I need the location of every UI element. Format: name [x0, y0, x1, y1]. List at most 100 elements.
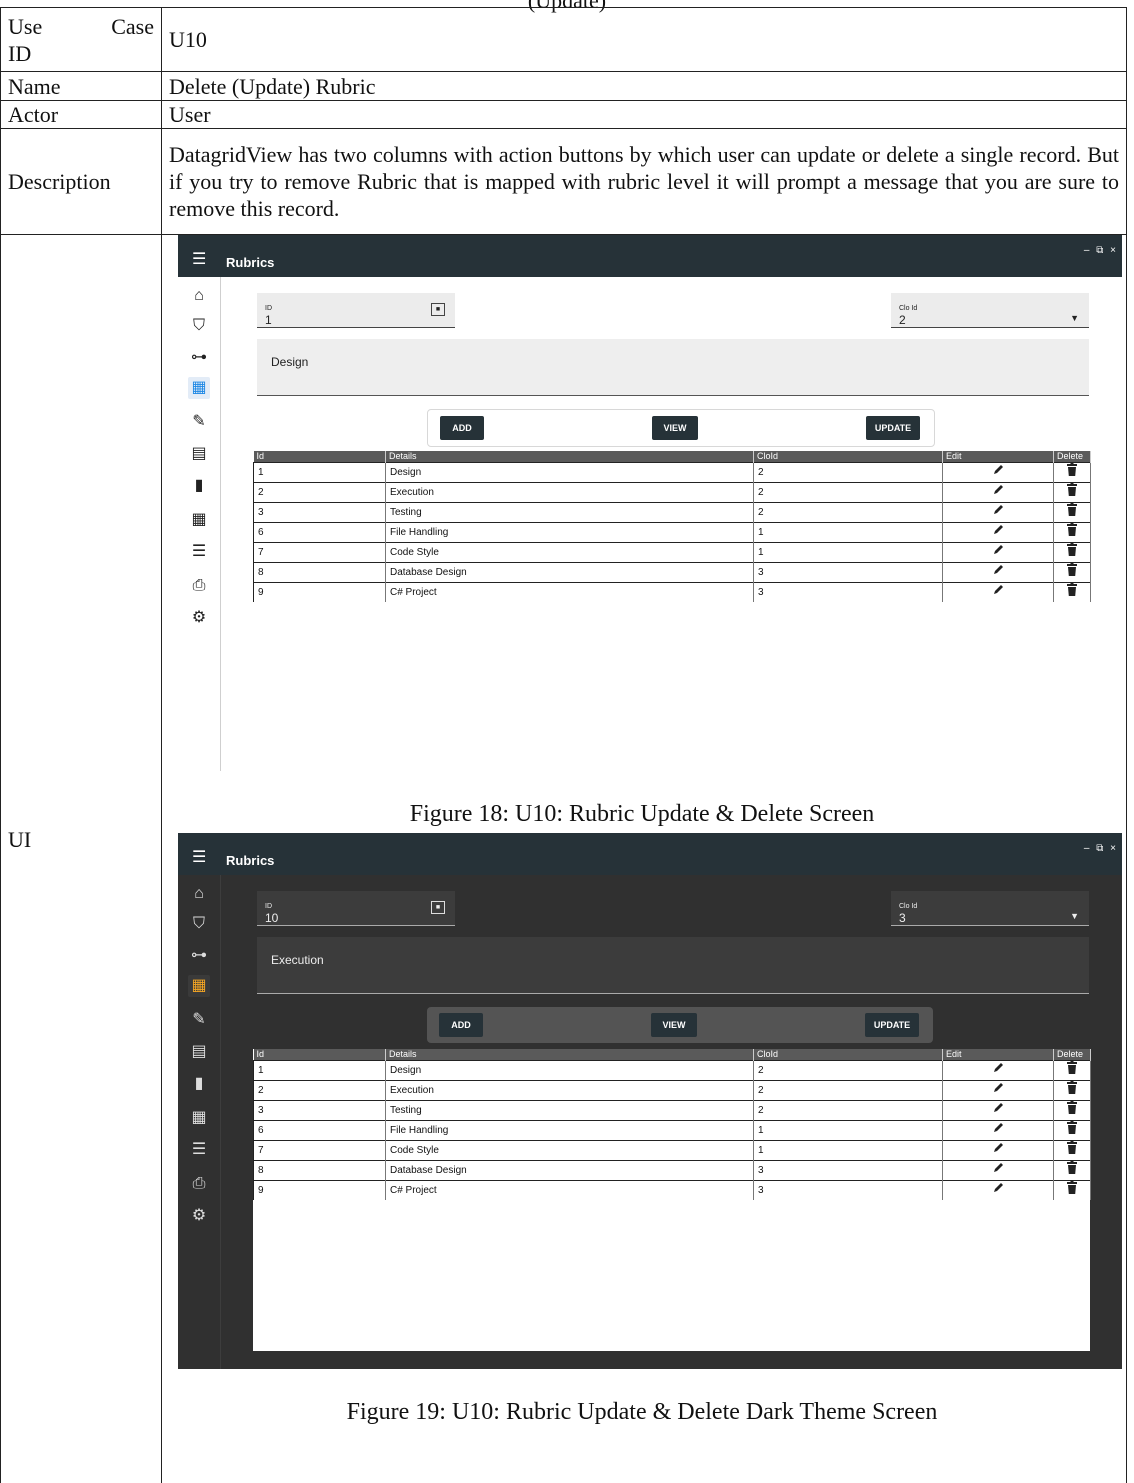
delete-button[interactable] — [1054, 563, 1091, 583]
details-input[interactable]: Execution — [257, 937, 1089, 994]
delete-button[interactable] — [1054, 543, 1091, 563]
delete-button[interactable] — [1054, 1061, 1091, 1081]
table-row[interactable]: 3Testing2 — [254, 503, 1091, 523]
column-header-edit[interactable]: Edit — [943, 1049, 1054, 1061]
delete-button[interactable] — [1054, 1161, 1091, 1181]
graduation-cap-icon[interactable]: ⛉ — [188, 315, 210, 337]
table-row[interactable]: 3Testing2 — [254, 1101, 1091, 1121]
books-icon[interactable]: ▮ — [188, 475, 210, 497]
edit-button[interactable] — [943, 1061, 1054, 1081]
column-header-delete[interactable]: Delete — [1054, 451, 1091, 463]
details-input[interactable]: Design — [257, 339, 1089, 396]
edit-button[interactable] — [943, 503, 1054, 523]
cell-id: 2 — [254, 483, 386, 503]
column-header-id[interactable]: Id — [254, 1049, 386, 1061]
edit-button[interactable] — [943, 1141, 1054, 1161]
column-header-details[interactable]: Details — [386, 451, 754, 463]
edit-button[interactable] — [943, 1121, 1054, 1141]
trash-icon — [1067, 1161, 1077, 1174]
calculator-icon[interactable]: ▦ — [188, 1107, 210, 1129]
delete-button[interactable] — [1054, 523, 1091, 543]
delete-button[interactable] — [1054, 503, 1091, 523]
edit-button[interactable] — [943, 1081, 1054, 1101]
cell-details: Code Style — [386, 543, 754, 563]
table-row[interactable]: 6File Handling1 — [254, 523, 1091, 543]
view-button[interactable]: VIEW — [651, 1013, 697, 1037]
table-row[interactable]: 7Code Style1 — [254, 543, 1091, 563]
column-header-delete[interactable]: Delete — [1054, 1049, 1091, 1061]
window-controls[interactable]: – ⧉ × — [1084, 835, 1118, 862]
table-row[interactable]: 9C# Project3 — [254, 583, 1091, 603]
calculator-icon[interactable]: ▦ — [188, 509, 210, 531]
actor-label: Actor — [1, 101, 162, 129]
window-controls[interactable]: – ⧉ × — [1084, 237, 1118, 264]
edit-button[interactable] — [943, 1161, 1054, 1181]
table-row[interactable]: 2Execution2 — [254, 1081, 1091, 1101]
delete-button[interactable] — [1054, 1081, 1091, 1101]
table-row[interactable]: 2Execution2 — [254, 483, 1091, 503]
clo-id-value: 3 — [899, 905, 906, 932]
edit-button[interactable] — [943, 463, 1054, 483]
delete-button[interactable] — [1054, 1101, 1091, 1121]
table-row[interactable]: 6File Handling1 — [254, 1121, 1091, 1141]
id-field[interactable]: ID 1 ■ — [257, 293, 455, 328]
delete-button[interactable] — [1054, 463, 1091, 483]
table-row[interactable]: 8Database Design3 — [254, 1161, 1091, 1181]
edit-button[interactable] — [943, 583, 1054, 603]
update-button[interactable]: UPDATE — [866, 416, 920, 440]
settings-icon[interactable]: ⚙ — [188, 1205, 210, 1227]
cell-id: 9 — [254, 1181, 386, 1201]
edit-button[interactable] — [943, 1101, 1054, 1121]
table-row[interactable]: 1Design2 — [254, 1061, 1091, 1081]
edit-button[interactable] — [943, 543, 1054, 563]
table-row[interactable]: 1Design2 — [254, 463, 1091, 483]
checklist-icon[interactable]: ☰ — [188, 541, 210, 563]
cell-details: C# Project — [386, 1181, 754, 1201]
rubric-grid-icon[interactable]: ▦ — [188, 975, 210, 997]
add-button[interactable]: ADD — [439, 1013, 483, 1037]
column-header-id[interactable]: Id — [254, 451, 386, 463]
hamburger-menu-icon[interactable]: ☰ — [192, 246, 206, 273]
assessment-icon[interactable]: ▤ — [188, 443, 210, 465]
edit-button[interactable] — [943, 523, 1054, 543]
add-button[interactable]: ADD — [440, 416, 484, 440]
update-button[interactable]: UPDATE — [865, 1013, 919, 1037]
settings-icon[interactable]: ⚙ — [188, 607, 210, 629]
hierarchy-icon[interactable]: ⊶ — [188, 347, 210, 369]
delete-button[interactable] — [1054, 483, 1091, 503]
table-row[interactable]: 8Database Design3 — [254, 563, 1091, 583]
delete-button[interactable] — [1054, 1121, 1091, 1141]
hamburger-menu-icon[interactable]: ☰ — [192, 844, 206, 871]
cell-cloid: 1 — [754, 1141, 943, 1161]
id-field[interactable]: ID 10 ■ — [257, 891, 455, 926]
home-icon[interactable]: ⌂ — [188, 883, 210, 905]
home-icon[interactable]: ⌂ — [188, 285, 210, 307]
pdf-printer-icon[interactable]: ⎙ — [188, 1173, 210, 1195]
column-header-cloid[interactable]: CloId — [754, 1049, 943, 1061]
column-header-cloid[interactable]: CloId — [754, 451, 943, 463]
ruler-icon[interactable]: ✎ — [188, 1009, 210, 1031]
edit-button[interactable] — [943, 483, 1054, 503]
view-button[interactable]: VIEW — [652, 416, 698, 440]
cell-id: 8 — [254, 1161, 386, 1181]
delete-button[interactable] — [1054, 1141, 1091, 1161]
books-icon[interactable]: ▮ — [188, 1073, 210, 1095]
checklist-icon[interactable]: ☰ — [188, 1139, 210, 1161]
delete-button[interactable] — [1054, 583, 1091, 603]
clo-id-dropdown[interactable]: Clo Id 3 ▼ — [891, 891, 1089, 926]
cell-cloid: 1 — [754, 1121, 943, 1141]
ruler-icon[interactable]: ✎ — [188, 411, 210, 433]
assessment-icon[interactable]: ▤ — [188, 1041, 210, 1063]
table-row[interactable]: 9C# Project3 — [254, 1181, 1091, 1201]
column-header-details[interactable]: Details — [386, 1049, 754, 1061]
edit-button[interactable] — [943, 563, 1054, 583]
rubric-grid-icon[interactable]: ▦ — [188, 377, 210, 399]
delete-button[interactable] — [1054, 1181, 1091, 1201]
graduation-cap-icon[interactable]: ⛉ — [188, 913, 210, 935]
pdf-printer-icon[interactable]: ⎙ — [188, 575, 210, 597]
edit-button[interactable] — [943, 1181, 1054, 1201]
table-row[interactable]: 7Code Style1 — [254, 1141, 1091, 1161]
clo-id-dropdown[interactable]: Clo Id 2 ▼ — [891, 293, 1089, 328]
column-header-edit[interactable]: Edit — [943, 451, 1054, 463]
hierarchy-icon[interactable]: ⊶ — [188, 945, 210, 967]
